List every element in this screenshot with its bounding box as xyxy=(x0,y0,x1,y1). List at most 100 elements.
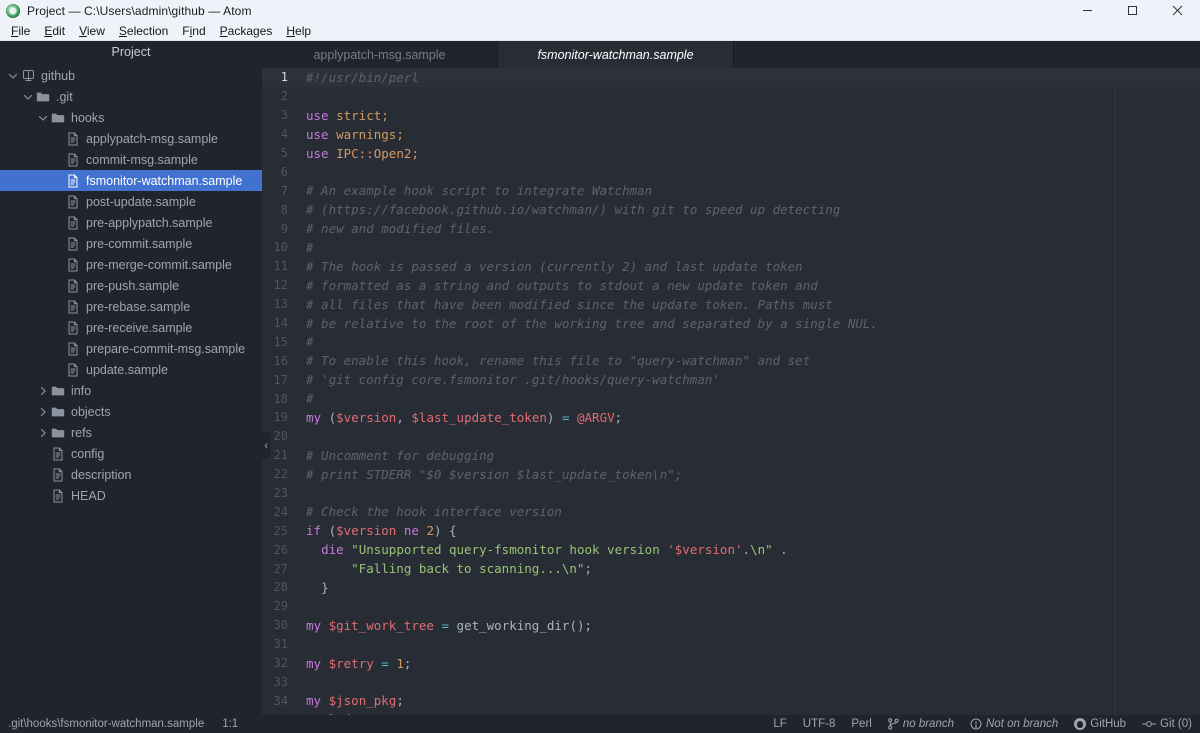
menu-item-packages[interactable]: Packages xyxy=(213,23,280,39)
tree-item-label: HEAD xyxy=(71,489,106,503)
code-token: { xyxy=(336,712,351,715)
code-line[interactable]: 28 } xyxy=(262,578,1200,597)
code-line[interactable]: 12# formatted as a string and outputs to… xyxy=(262,276,1200,295)
code-line[interactable]: 32my $retry = 1; xyxy=(262,654,1200,673)
code-line[interactable]: 13# all files that have been modified si… xyxy=(262,295,1200,314)
code-line[interactable]: 16# To enable this hook, rename this fil… xyxy=(262,351,1200,370)
menu-item-selection[interactable]: Selection xyxy=(112,23,175,39)
tree-item-pre-commit-sample[interactable]: pre-commit.sample xyxy=(0,233,262,254)
code-line[interactable]: 3use strict; xyxy=(262,106,1200,125)
tab-fsmonitor-watchman-sample[interactable]: fsmonitor-watchman.sample xyxy=(498,41,734,68)
tree-item-objects[interactable]: objects xyxy=(0,401,262,422)
code-line[interactable]: 10# xyxy=(262,238,1200,257)
menu-item-view[interactable]: View xyxy=(72,23,112,39)
code-line[interactable]: 8# (https://facebook.github.io/watchman/… xyxy=(262,200,1200,219)
code-line[interactable]: 22# print STDERR "$0 $version $last_upda… xyxy=(262,465,1200,484)
tab-applypatch-msg-sample[interactable]: applypatch-msg.sample xyxy=(262,41,498,68)
tree-item-prepare-commit-msg-sample[interactable]: prepare-commit-msg.sample xyxy=(0,338,262,359)
menu-item-help[interactable]: Help xyxy=(279,23,318,39)
folder-icon xyxy=(50,406,66,418)
code-line[interactable]: 23 xyxy=(262,484,1200,503)
close-icon[interactable] xyxy=(1155,0,1200,21)
code-line[interactable]: 2 xyxy=(262,87,1200,106)
minimize-icon[interactable] xyxy=(1065,0,1110,21)
status-line-ending[interactable]: LF xyxy=(773,718,786,730)
tree-item-applypatch-msg-sample[interactable]: applypatch-msg.sample xyxy=(0,128,262,149)
tree-item-commit-msg-sample[interactable]: commit-msg.sample xyxy=(0,149,262,170)
tree-item-head[interactable]: HEAD xyxy=(0,485,262,506)
code-line[interactable]: 31 xyxy=(262,635,1200,654)
status-git[interactable]: Git (0) xyxy=(1142,718,1192,730)
chevron-right-icon[interactable] xyxy=(36,407,50,417)
chevron-down-icon[interactable] xyxy=(6,71,20,81)
code-line[interactable]: 25if ($version ne 2) { xyxy=(262,521,1200,540)
status-encoding[interactable]: UTF-8 xyxy=(803,718,836,730)
tree-item-config[interactable]: config xyxy=(0,443,262,464)
tree-item-pre-applypatch-sample[interactable]: pre-applypatch.sample xyxy=(0,212,262,233)
chevron-right-icon[interactable] xyxy=(36,428,50,438)
status-file-path[interactable]: .git\hooks\fsmonitor-watchman.sample xyxy=(8,718,204,730)
code-line[interactable]: 14# be relative to the root of the worki… xyxy=(262,314,1200,333)
status-branch-state[interactable]: Not on branch xyxy=(970,718,1058,730)
tree-item-update-sample[interactable]: update.sample xyxy=(0,359,262,380)
code-token: use xyxy=(306,127,329,142)
status-grammar[interactable]: Perl xyxy=(851,718,871,730)
code-line[interactable]: 29 xyxy=(262,597,1200,616)
tree-item-fsmonitor-watchman-sample[interactable]: fsmonitor-watchman.sample xyxy=(0,170,262,191)
code-line[interactable]: 11# The hook is passed a version (curren… xyxy=(262,257,1200,276)
code-line[interactable]: 9# new and modified files. xyxy=(262,219,1200,238)
code-line[interactable]: 24# Check the hook interface version xyxy=(262,502,1200,521)
code-line[interactable]: 20 xyxy=(262,427,1200,446)
code-editor[interactable]: 1#!/usr/bin/perl23use strict;4use warnin… xyxy=(262,68,1200,715)
code-line[interactable]: 21# Uncomment for debugging xyxy=(262,446,1200,465)
line-number: 9 xyxy=(262,222,300,236)
code-line[interactable]: 5use IPC::Open2; xyxy=(262,144,1200,163)
chevron-right-icon[interactable] xyxy=(36,386,50,396)
tree-item-label: config xyxy=(71,447,104,461)
code-line[interactable]: 7# An example hook script to integrate W… xyxy=(262,181,1200,200)
code-line[interactable]: 17# 'git config core.fsmonitor .git/hook… xyxy=(262,370,1200,389)
tree-item-github[interactable]: github xyxy=(0,65,262,86)
tree-item-pre-merge-commit-sample[interactable]: pre-merge-commit.sample xyxy=(0,254,262,275)
panel-collapse-handle[interactable]: ‹ xyxy=(262,432,271,459)
menu-item-file[interactable]: File xyxy=(4,23,37,39)
project-tree[interactable]: github.githooksapplypatch-msg.samplecomm… xyxy=(0,63,262,506)
code-token: .\n" xyxy=(743,542,773,557)
tree-item-post-update-sample[interactable]: post-update.sample xyxy=(0,191,262,212)
code-line[interactable]: 33 xyxy=(262,673,1200,692)
code-token: eval xyxy=(306,712,336,715)
tab-label: applypatch-msg.sample xyxy=(313,48,445,62)
code-line[interactable]: 30my $git_work_tree = get_working_dir(); xyxy=(262,616,1200,635)
status-branch[interactable]: no branch xyxy=(888,718,954,730)
chevron-down-icon[interactable] xyxy=(36,113,50,123)
code-line[interactable]: 27 "Falling back to scanning...\n"; xyxy=(262,559,1200,578)
code-line[interactable]: 6 xyxy=(262,162,1200,181)
status-cursor-position[interactable]: 1:1 xyxy=(222,718,238,730)
chevron-down-icon[interactable] xyxy=(21,92,35,102)
code-line[interactable]: 1#!/usr/bin/perl xyxy=(262,68,1200,87)
tree-item-git[interactable]: .git xyxy=(0,86,262,107)
tree-item-pre-push-sample[interactable]: pre-push.sample xyxy=(0,275,262,296)
code-line[interactable]: 35eval { xyxy=(262,710,1200,715)
maximize-icon[interactable] xyxy=(1110,0,1155,21)
code-line[interactable]: 18# xyxy=(262,389,1200,408)
code-line[interactable]: 26 die "Unsupported query-fsmonitor hook… xyxy=(262,540,1200,559)
tree-item-pre-rebase-sample[interactable]: pre-rebase.sample xyxy=(0,296,262,317)
code-line[interactable]: 34my $json_pkg; xyxy=(262,691,1200,710)
code-line[interactable]: 4use warnings; xyxy=(262,125,1200,144)
tree-item-info[interactable]: info xyxy=(0,380,262,401)
tree-item-refs[interactable]: refs xyxy=(0,422,262,443)
line-number: 18 xyxy=(262,392,300,406)
folder-icon xyxy=(50,112,66,124)
line-number: 6 xyxy=(262,165,300,179)
code-line[interactable]: 15# xyxy=(262,332,1200,351)
tree-item-description[interactable]: description xyxy=(0,464,262,485)
code-scroll-region[interactable]: ‹ 1#!/usr/bin/perl23use strict;4use warn… xyxy=(262,68,1200,715)
menu-item-find[interactable]: Find xyxy=(175,23,212,39)
line-number: 13 xyxy=(262,297,300,311)
menu-item-edit[interactable]: Edit xyxy=(37,23,72,39)
code-line[interactable]: 19my ($version, $last_update_token) = @A… xyxy=(262,408,1200,427)
status-github[interactable]: GitHub xyxy=(1074,718,1126,730)
tree-item-pre-receive-sample[interactable]: pre-receive.sample xyxy=(0,317,262,338)
tree-item-hooks[interactable]: hooks xyxy=(0,107,262,128)
